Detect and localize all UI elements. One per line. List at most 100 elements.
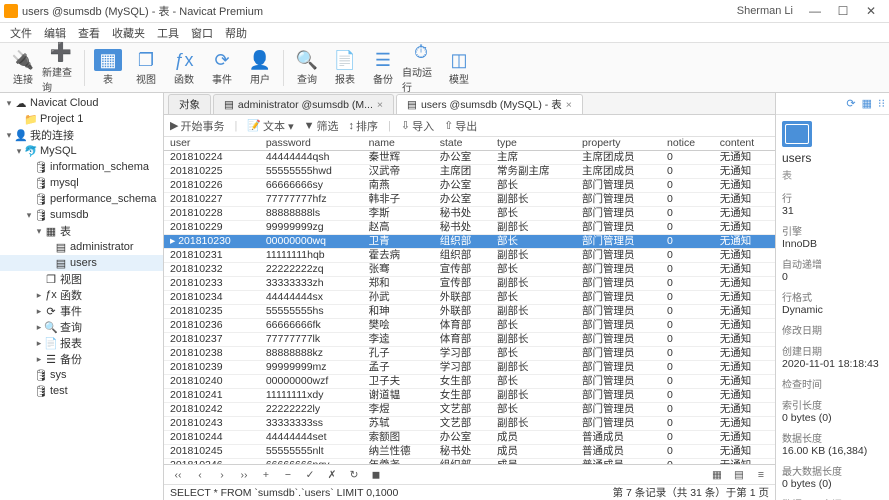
cell[interactable]: 无通知 (714, 375, 775, 389)
column-header-notice[interactable]: notice (661, 137, 714, 151)
next-record-button[interactable]: › (214, 469, 230, 481)
cell[interactable]: 主席 (491, 151, 576, 165)
cell[interactable]: 主席团成员 (576, 165, 661, 179)
table-row[interactable]: 20181022444444444qsh秦世辉办公室主席主席团成员0无通知 (164, 151, 775, 165)
cell[interactable]: 66666666fk (260, 319, 363, 333)
cell[interactable]: 55555555hwd (260, 165, 363, 179)
cell[interactable]: 部长 (491, 403, 576, 417)
cell[interactable]: 部门管理员 (576, 361, 661, 375)
cell[interactable]: 201810228 (164, 207, 260, 221)
add-record-button[interactable]: + (258, 469, 274, 481)
table-row[interactable]: ▸ 20181023000000000wq卫青组织部部长部门管理员0无通知 (164, 235, 775, 249)
cell[interactable]: 孟子 (363, 361, 434, 375)
grid-view-button[interactable]: ▦ (709, 469, 725, 481)
menu-2[interactable]: 查看 (72, 25, 106, 41)
tree-twisty-icon[interactable]: ▾ (24, 210, 34, 221)
data-grid[interactable]: userpasswordnamestatetypepropertynoticec… (164, 137, 775, 464)
cell[interactable]: 樊哙 (363, 319, 434, 333)
cell[interactable]: 0 (661, 305, 714, 319)
cell[interactable]: 成员 (491, 431, 576, 445)
table-row[interactable]: 20181023888888888kz孔子学习部部长部门管理员0无通知 (164, 347, 775, 361)
table-row[interactable]: 20181024666666666ngy年羹尧组织部成员普通成员0无通知 (164, 459, 775, 465)
cell[interactable]: 部门管理员 (576, 179, 661, 193)
column-header-property[interactable]: property (576, 137, 661, 151)
table-row[interactable]: 20181023444444444sx孙武外联部部长部门管理员0无通知 (164, 291, 775, 305)
table-row[interactable]: 20181023111111111hqb霍去病组织部副部长部门管理员0无通知 (164, 249, 775, 263)
toolbar-报表[interactable]: 📄报表 (326, 49, 364, 86)
toolbar-表[interactable]: ▦表 (89, 49, 127, 86)
toolbar-事件[interactable]: ⟳事件 (203, 49, 241, 86)
menu-6[interactable]: 帮助 (219, 25, 253, 41)
cell[interactable]: 44444444sx (260, 291, 363, 305)
cell[interactable]: 201810229 (164, 221, 260, 235)
cell[interactable]: 201810227 (164, 193, 260, 207)
cell[interactable]: 0 (661, 389, 714, 403)
cell[interactable]: 秦世辉 (363, 151, 434, 165)
tab-close-icon[interactable]: × (377, 99, 383, 111)
cell[interactable]: 201810233 (164, 277, 260, 291)
table-row[interactable]: 20181023999999999mz孟子学习部副部长部门管理员0无通知 (164, 361, 775, 375)
table-row[interactable]: 20181022777777777hfz韩非子办公室副部长部门管理员0无通知 (164, 193, 775, 207)
subtool-文本 ▾[interactable]: 📝 文本 ▾ (247, 118, 293, 134)
toolbar-新建查询[interactable]: ➕新建查询 (42, 42, 80, 94)
column-header-state[interactable]: state (434, 137, 491, 151)
minimize-button[interactable]: — (801, 4, 829, 18)
nav-item-sumsdb[interactable]: ▾🛢sumsdb (0, 207, 163, 223)
cell[interactable]: 副部长 (491, 249, 576, 263)
tab-2[interactable]: ▤users @sumsdb (MySQL) - 表× (396, 94, 583, 114)
cell[interactable]: 办公室 (434, 193, 491, 207)
tree-twisty-icon[interactable]: ▸ (34, 354, 44, 365)
cell[interactable]: 副部长 (491, 221, 576, 235)
cell[interactable]: 秘书处 (434, 207, 491, 221)
cell[interactable]: 女生部 (434, 375, 491, 389)
cell[interactable]: 部门管理员 (576, 263, 661, 277)
cell[interactable]: 部门管理员 (576, 333, 661, 347)
cell[interactable]: 无通知 (714, 221, 775, 235)
cell[interactable]: 201810240 (164, 375, 260, 389)
cell[interactable]: 霍去病 (363, 249, 434, 263)
cell[interactable]: 201810234 (164, 291, 260, 305)
cell[interactable]: 部门管理员 (576, 319, 661, 333)
prev-record-button[interactable]: ‹ (192, 469, 208, 481)
table-row[interactable]: 20181024000000000wzf卫子夫女生部部长部门管理员0无通知 (164, 375, 775, 389)
cell[interactable]: 主席团成员 (576, 151, 661, 165)
cell[interactable]: 汉武帝 (363, 165, 434, 179)
cell[interactable]: 201810241 (164, 389, 260, 403)
cell[interactable]: 李逵 (363, 333, 434, 347)
cell[interactable]: 副部长 (491, 193, 576, 207)
cell[interactable]: 66666666ngy (260, 459, 363, 465)
cell[interactable]: 普通成员 (576, 431, 661, 445)
cell[interactable]: 无通知 (714, 431, 775, 445)
cell[interactable]: 部门管理员 (576, 221, 661, 235)
cell[interactable]: 李斯 (363, 207, 434, 221)
form-view-button[interactable]: ▤ (731, 469, 747, 481)
cell[interactable]: 部门管理员 (576, 207, 661, 221)
cell[interactable]: 索额图 (363, 431, 434, 445)
cell[interactable]: 副部长 (491, 277, 576, 291)
cell[interactable]: 0 (661, 193, 714, 207)
cell[interactable]: 201810232 (164, 263, 260, 277)
tree-twisty-icon[interactable]: ▸ (34, 306, 44, 317)
cell[interactable]: 44444444qsh (260, 151, 363, 165)
column-header-password[interactable]: password (260, 137, 363, 151)
cell[interactable]: 孙武 (363, 291, 434, 305)
nav-item-performance_schema[interactable]: 🛢performance_schema (0, 191, 163, 207)
cell[interactable]: 部长 (491, 179, 576, 193)
nav-item-Navicat Cloud[interactable]: ▾☁Navicat Cloud (0, 95, 163, 111)
cell[interactable]: 77777777hfz (260, 193, 363, 207)
cell[interactable]: 副部长 (491, 333, 576, 347)
cell[interactable]: 组织部 (434, 459, 491, 465)
cell[interactable]: 55555555nlt (260, 445, 363, 459)
cell[interactable]: 外联部 (434, 305, 491, 319)
cell[interactable]: 0 (661, 319, 714, 333)
cell[interactable]: 学习部 (434, 361, 491, 375)
cell[interactable]: 无通知 (714, 389, 775, 403)
cell[interactable]: 0 (661, 431, 714, 445)
cell[interactable]: 33333333zh (260, 277, 363, 291)
nav-item-mysql[interactable]: 🛢mysql (0, 175, 163, 191)
cell[interactable]: 成员 (491, 459, 576, 465)
close-button[interactable]: ✕ (857, 4, 885, 18)
cell[interactable]: 0 (661, 277, 714, 291)
tab-close-icon[interactable]: × (566, 99, 572, 111)
cell[interactable]: 0 (661, 263, 714, 277)
